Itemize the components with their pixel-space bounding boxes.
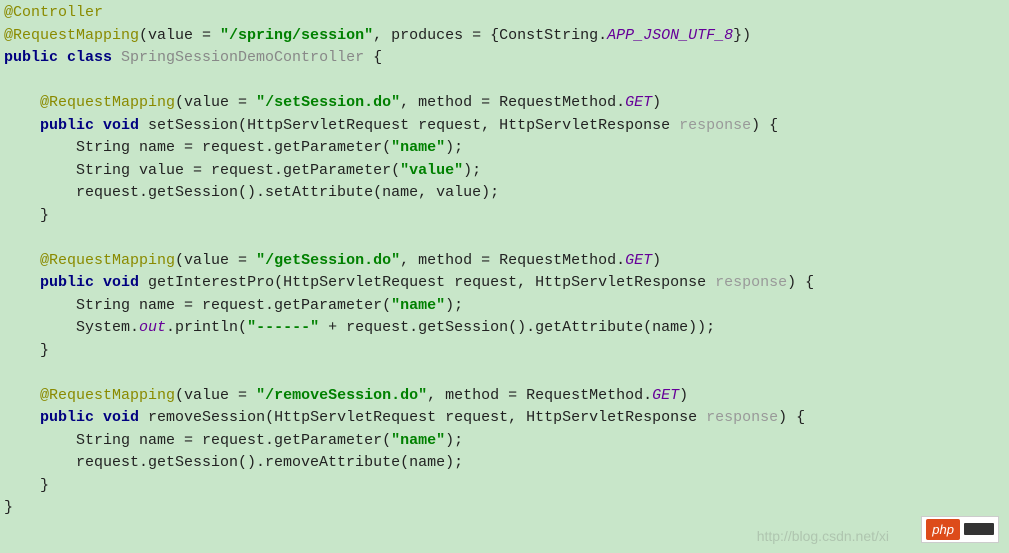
php-badge-label: php: [926, 519, 960, 541]
keyword-class: public class: [4, 49, 121, 66]
annotation: @Controller: [4, 4, 103, 21]
watermark-text: http://blog.csdn.net/xi: [757, 526, 889, 547]
annotation: @RequestMapping: [4, 27, 139, 44]
code-block: @Controller @RequestMapping(value = "/sp…: [0, 0, 1009, 522]
class-name: SpringSessionDemoController: [121, 49, 364, 66]
php-badge: php: [921, 516, 999, 544]
badge-block-icon: [964, 523, 994, 535]
